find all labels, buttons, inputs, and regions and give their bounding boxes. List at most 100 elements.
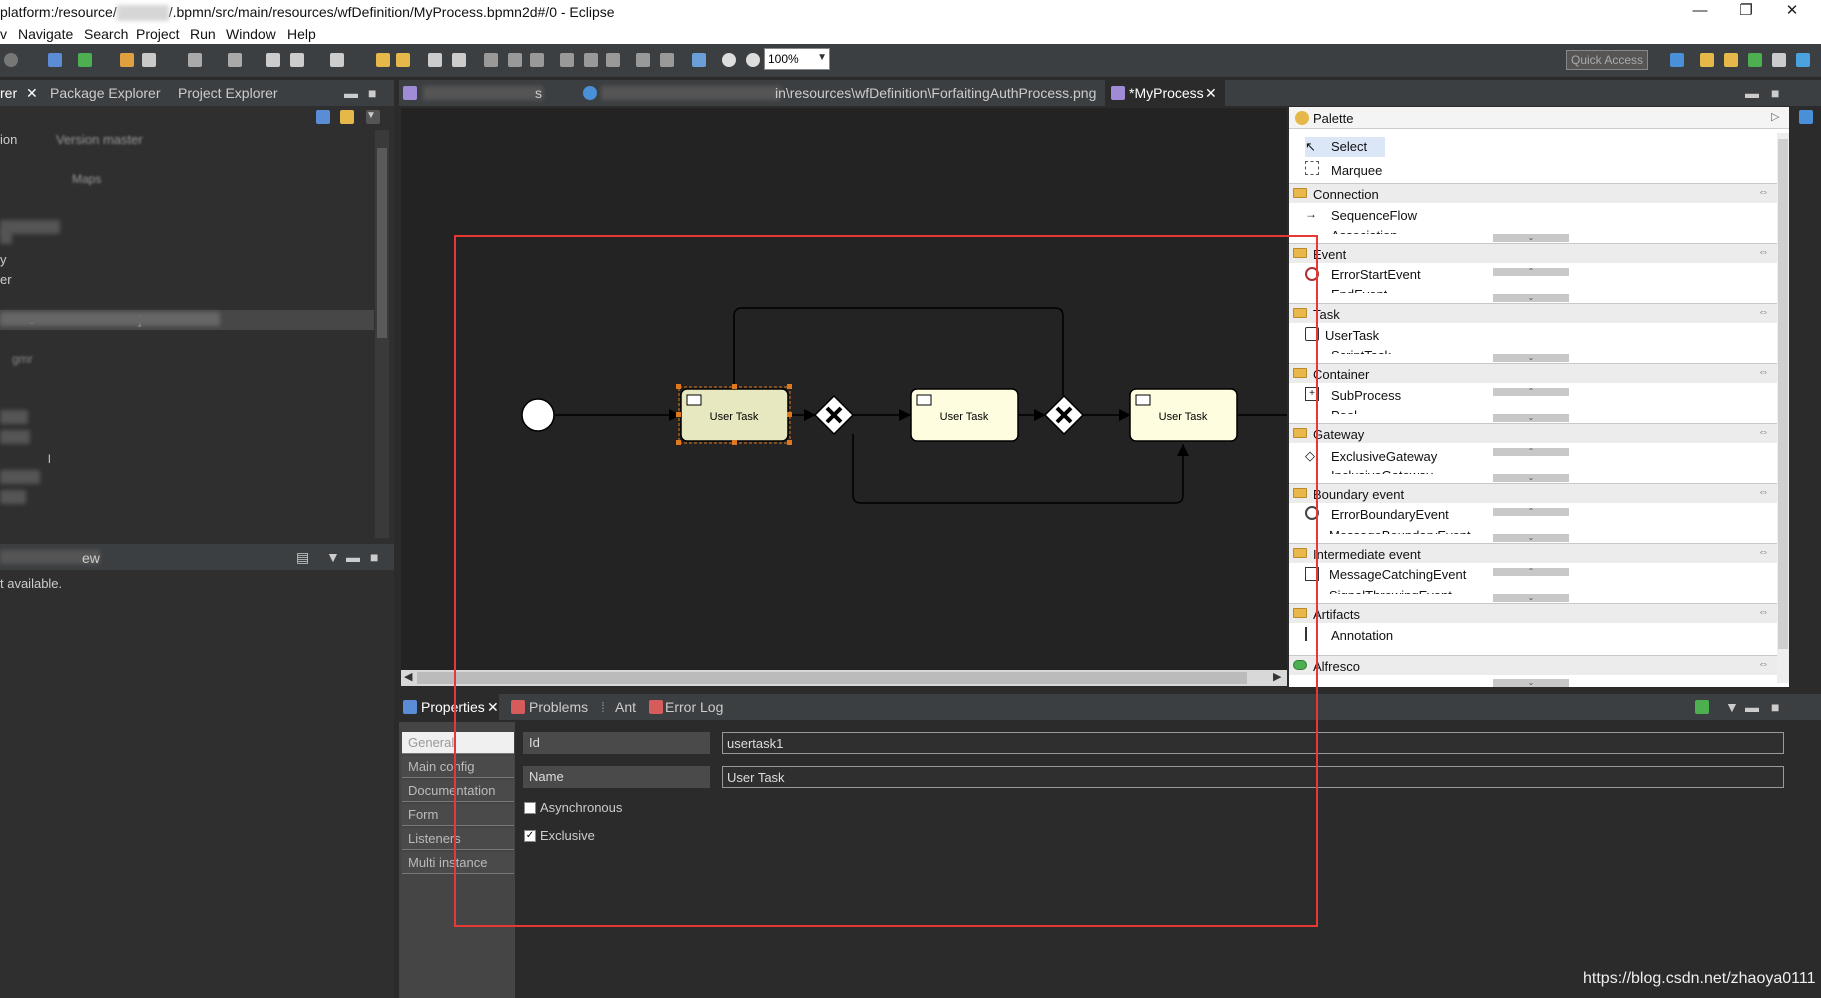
exclusive-checkbox[interactable]: ✓	[524, 830, 536, 842]
chevron-down-icon[interactable]: ▼	[326, 549, 340, 565]
collapse-icon[interactable]: ⇔	[1758, 186, 1769, 198]
id-field[interactable]: usertask1	[722, 732, 1784, 754]
tab-myprocess[interactable]: *MyProcess	[1129, 85, 1204, 101]
exclusive-gateway-2[interactable]	[1043, 394, 1085, 436]
paste-icon[interactable]	[452, 53, 466, 67]
menu-help[interactable]: Help	[287, 26, 316, 42]
section-main-config[interactable]: Main config	[402, 756, 514, 778]
tab-project-explorer[interactable]: Project Explorer	[178, 85, 278, 101]
tree-item[interactable]: er	[0, 272, 12, 287]
brush-icon[interactable]	[142, 53, 156, 67]
maximize-button[interactable]: ❐	[1723, 0, 1769, 24]
view-menu-icon[interactable]: ▼	[366, 110, 380, 124]
align-top-icon[interactable]	[560, 53, 574, 67]
minimize-button[interactable]: —	[1677, 0, 1723, 24]
tab-editor-1[interactable]: s	[535, 85, 542, 101]
explorer-scrollbar[interactable]	[375, 130, 389, 538]
drawer-sash[interactable]: ⌄	[1493, 594, 1569, 602]
layout-icon[interactable]	[692, 53, 706, 67]
palette-scrollbar[interactable]	[1777, 133, 1789, 683]
undo-icon[interactable]	[376, 53, 390, 67]
close-icon[interactable]: ✕	[26, 85, 38, 102]
collapse-icon[interactable]: ⇔	[1758, 546, 1769, 558]
tab-error-log[interactable]: Error Log	[665, 699, 723, 715]
maximize-view-icon[interactable]: ■	[370, 549, 378, 565]
align-left-icon[interactable]	[484, 53, 498, 67]
tree-item[interactable]: y	[0, 252, 7, 267]
drawer-sash[interactable]: ⌃	[1493, 568, 1569, 576]
tab-editor-png[interactable]: in\resources\wfDefinition\ForfaitingAuth…	[775, 85, 1096, 101]
tree-item[interactable]: ion	[0, 132, 17, 147]
align-right-icon[interactable]	[530, 53, 544, 67]
drawer-container[interactable]: Container ⇔	[1289, 363, 1777, 383]
link-editor-icon[interactable]	[340, 110, 354, 124]
tool-exclusive-gateway[interactable]: ExclusiveGateway	[1331, 449, 1437, 464]
drawer-sash[interactable]: ⌄	[1493, 414, 1569, 422]
zoom-select[interactable]: 100% ▼	[764, 48, 830, 70]
tool-message-boundary-event[interactable]: MessageBoundaryEvent	[1329, 528, 1471, 534]
tool-select[interactable]: Select	[1331, 139, 1367, 154]
activiti-perspective-icon[interactable]	[1796, 53, 1810, 67]
quick-access-input[interactable]: Quick Access	[1566, 50, 1648, 70]
navigate-icon[interactable]	[228, 53, 242, 67]
drawer-sash[interactable]: ⌄	[1493, 534, 1569, 542]
close-icon[interactable]: ✕	[1205, 85, 1217, 102]
drawer-intermediate-event[interactable]: Intermediate event ⇔	[1289, 543, 1777, 563]
section-documentation[interactable]: Documentation	[402, 780, 514, 802]
tool-sequence-flow[interactable]: SequenceFlow	[1331, 208, 1417, 223]
drawer-sash[interactable]: ⌄	[1493, 234, 1569, 242]
scroll-right-icon[interactable]: ▶	[1273, 670, 1281, 683]
drawer-sash[interactable]: ⌄	[1493, 294, 1569, 302]
align-middle-icon[interactable]	[584, 53, 598, 67]
scrollbar-thumb[interactable]	[1778, 139, 1788, 649]
drawer-boundary-event[interactable]: Boundary event ⇔	[1289, 483, 1777, 503]
tool-subprocess[interactable]: SubProcess	[1331, 388, 1401, 403]
drawer-sash[interactable]: ⌄	[1493, 354, 1569, 362]
drawer-connection[interactable]: Connection ⇔	[1289, 183, 1777, 203]
collapse-icon[interactable]: ⇔	[1758, 306, 1769, 318]
forward-arrow-icon[interactable]	[330, 53, 344, 67]
collapse-icon[interactable]: ⇔	[1758, 658, 1769, 670]
palette-side-icon[interactable]	[1799, 110, 1813, 124]
java-perspective-icon[interactable]	[1700, 53, 1714, 67]
menu-project[interactable]: Project	[136, 26, 180, 42]
drawer-task[interactable]: Task ⇔	[1289, 303, 1777, 323]
start-event[interactable]	[521, 398, 555, 432]
tab-ant[interactable]: Ant	[615, 699, 636, 715]
tool-script-task[interactable]: ScriptTask	[1331, 348, 1391, 354]
collapse-icon[interactable]: ⇔	[1758, 246, 1769, 258]
exclusive-gateway-1[interactable]	[813, 394, 855, 436]
tool-error-boundary-event[interactable]: ErrorBoundaryEvent	[1331, 507, 1449, 522]
scrollbar-thumb[interactable]	[377, 148, 387, 338]
sequence-flow[interactable]	[733, 307, 1064, 396]
minimize-view-icon[interactable]: ▬	[1745, 85, 1759, 101]
view-icon[interactable]: ▤	[296, 549, 309, 566]
canvas-horizontal-scrollbar[interactable]: ◀ ▶	[401, 670, 1287, 686]
tool-error-start-event[interactable]: ErrorStartEvent	[1331, 267, 1421, 282]
match-width-icon[interactable]	[636, 53, 650, 67]
close-window-button[interactable]: ✕	[1769, 0, 1815, 24]
tab-properties[interactable]: Properties	[421, 699, 485, 715]
minimize-view-icon[interactable]: ▬	[346, 549, 360, 565]
drawer-sash[interactable]: ⌃	[1493, 388, 1569, 396]
run-icon[interactable]	[78, 53, 92, 67]
tool-signal-throwing-event[interactable]: SignalThrowingEvent	[1329, 588, 1452, 594]
tool-annotation[interactable]: Annotation	[1331, 628, 1393, 643]
drawer-artifacts[interactable]: Artifacts ⇔	[1289, 603, 1777, 623]
drawer-sash[interactable]: ⌃	[1493, 508, 1569, 516]
drawer-alfresco[interactable]: Alfresco ⇔	[1289, 655, 1777, 675]
close-icon[interactable]: ✕	[487, 699, 499, 716]
user-icon[interactable]	[4, 53, 18, 67]
tab-problems[interactable]: Problems	[529, 699, 588, 715]
tool-pool[interactable]: Pool	[1331, 408, 1357, 414]
scrollbar-thumb[interactable]	[417, 672, 1247, 684]
menu-window[interactable]: Window	[226, 26, 276, 42]
align-center-icon[interactable]	[508, 53, 522, 67]
chevron-down-icon[interactable]: ▼	[1725, 699, 1739, 715]
back-icon[interactable]	[266, 53, 280, 67]
git-perspective-icon[interactable]	[1748, 53, 1762, 67]
back-arrow-icon[interactable]	[290, 53, 304, 67]
section-multi-instance[interactable]: Multi instance	[402, 852, 514, 874]
zoom-out-icon[interactable]	[722, 53, 736, 67]
collapse-icon[interactable]: ⇔	[1758, 426, 1769, 438]
